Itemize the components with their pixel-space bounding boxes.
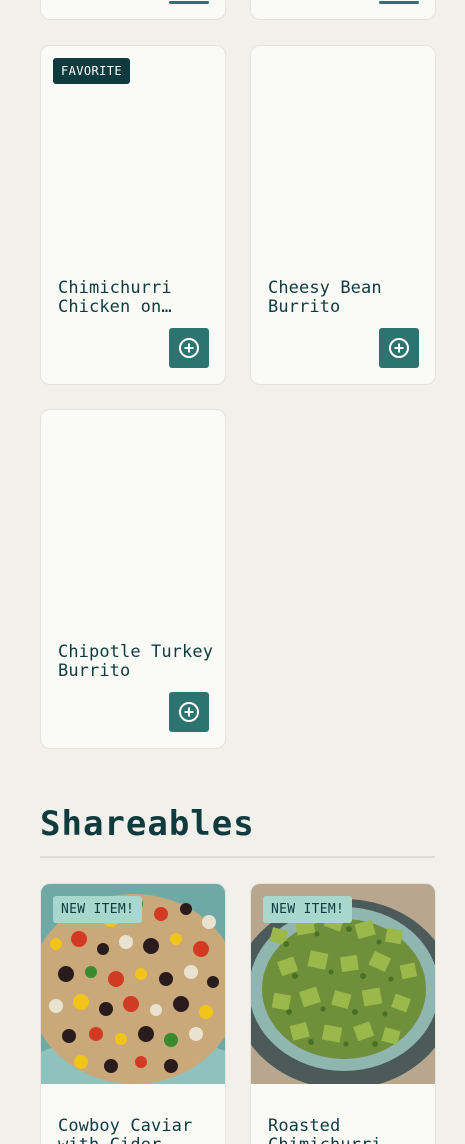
plus-circle-icon [389,338,409,358]
new-item-badge: NEW ITEM! [53,896,143,923]
plus-circle-icon [179,338,199,358]
plus-circle-icon [179,702,199,722]
section-divider [40,856,435,858]
add-to-order-button[interactable] [169,692,209,732]
menu-item-card[interactable]: FAVORITE Chimichurri Chicken on… [40,45,226,385]
menu-item-title: Cowboy Caviar with Cider [58,1117,193,1144]
menu-item-card[interactable]: Cheesy Bean Burrito [250,45,436,385]
menu-item-title: Cheesy Bean Burrito [268,279,382,317]
add-to-order-button[interactable] [379,328,419,368]
menu-item-card[interactable]: Chipotle Turkey Burrito [40,409,226,749]
add-to-order-button[interactable] [169,1,209,4]
add-to-order-button[interactable] [169,328,209,368]
menu-item-card[interactable]: NEW ITEM! Cowboy Caviar with Cider [40,883,226,1144]
menu-item-title: Chimichurri Chicken on… [58,279,172,317]
menu-item-card[interactable]: NEW ITEM! Roasted Chimichurri [250,883,436,1144]
add-to-order-button[interactable] [379,1,419,4]
menu-item-card[interactable] [250,0,436,20]
section-title: Shareables [40,804,255,844]
new-item-badge: NEW ITEM! [263,896,353,923]
menu-item-title: Chipotle Turkey Burrito [58,643,214,681]
menu-item-title: Roasted Chimichurri [268,1117,382,1144]
menu-item-card[interactable] [40,0,226,20]
favorite-badge: FAVORITE [53,58,130,84]
